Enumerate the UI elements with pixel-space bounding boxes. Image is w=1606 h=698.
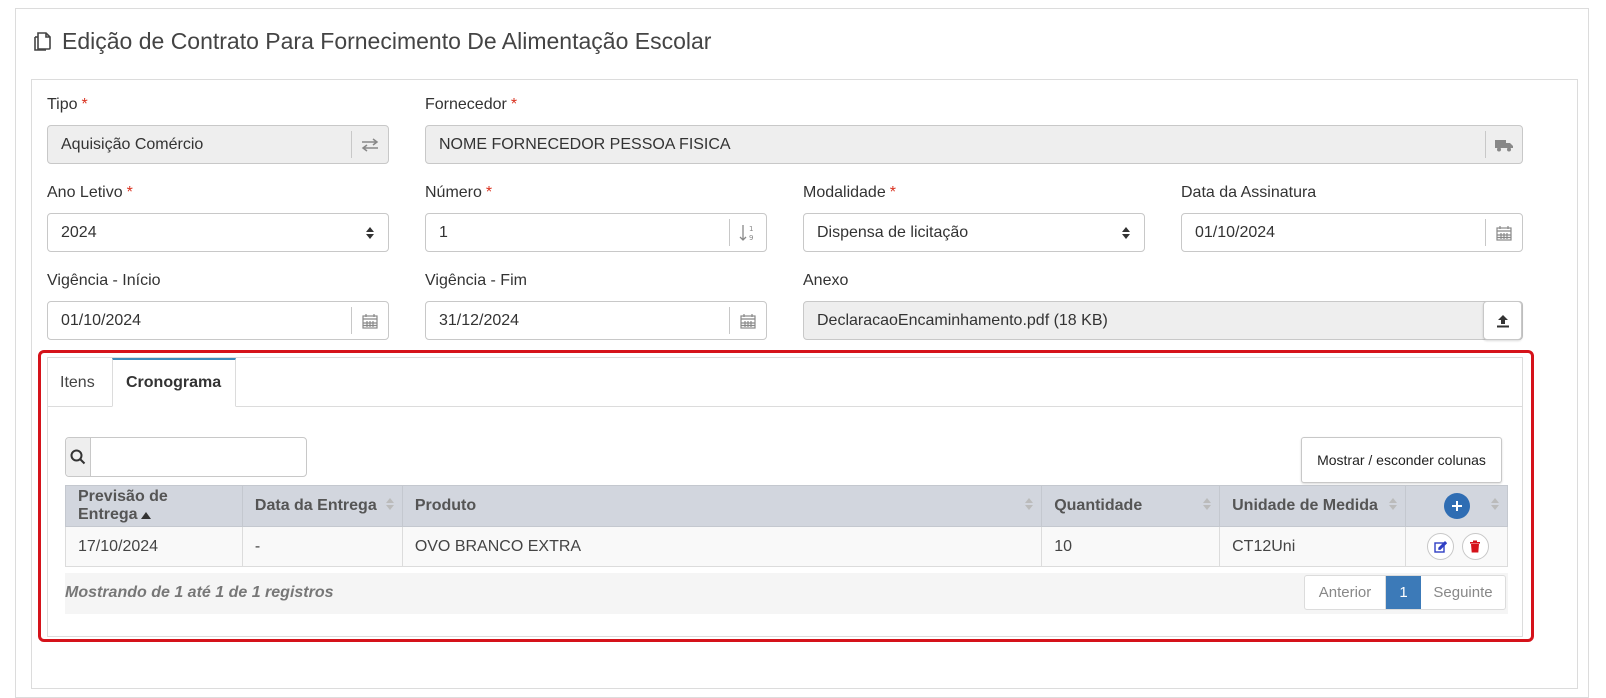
ano-letivo-select[interactable]: 2024 [47,213,389,252]
calendar-icon[interactable] [729,307,766,334]
vigencia-fim-field[interactable]: 31/12/2024 [425,301,767,340]
vigencia-inicio-field[interactable]: 01/10/2024 [47,301,389,340]
vigencia-fim-label: Vigência - Fim [425,272,527,289]
upload-icon [1496,314,1509,327]
truck-icon[interactable] [1485,131,1522,158]
data-assinatura-label: Data da Assinatura [1181,184,1317,201]
highlight-box [38,350,1534,642]
vigencia-inicio-label: Vigência - Início [47,272,161,289]
tipo-label: Tipo * [47,96,88,113]
svg-text:1: 1 [749,225,753,233]
copy-icon [30,30,52,52]
tipo-field[interactable]: Aquisição Comércio [47,125,389,164]
fornecedor-label: Fornecedor * [425,96,518,113]
page-title: Edição de Contrato Para Fornecimento De … [30,24,711,58]
modalidade-value: Dispensa de licitação [817,223,969,241]
tipo-value: Aquisição Comércio [61,135,204,153]
upload-button[interactable] [1483,301,1522,340]
anexo-field: DeclaracaoEncaminhamento.pdf (18 KB) [803,301,1523,340]
swap-icon[interactable] [351,131,388,158]
fornecedor-field[interactable]: NOME FORNECEDOR PESSOA FISICA [425,125,1523,164]
modalidade-label: Modalidade * [803,184,896,201]
vigencia-inicio-value: 01/10/2024 [61,311,142,329]
numeric-sort-icon: 19 [729,219,766,246]
select-caret-icon [352,226,388,240]
numero-value: 1 [439,223,448,241]
select-caret-icon [1108,226,1144,240]
numero-label: Número * [425,184,493,201]
anexo-label: Anexo [803,272,849,289]
calendar-icon[interactable] [1485,219,1522,246]
modalidade-select[interactable]: Dispensa de licitação [803,213,1145,252]
data-assinatura-field[interactable]: 01/10/2024 [1181,213,1523,252]
numero-field[interactable]: 1 19 [425,213,767,252]
svg-text:9: 9 [749,234,753,242]
data-assinatura-value: 01/10/2024 [1195,223,1276,241]
vigencia-fim-value: 31/12/2024 [439,311,520,329]
calendar-icon[interactable] [351,307,388,334]
ano-letivo-label: Ano Letivo * [47,184,133,201]
ano-letivo-value: 2024 [61,223,97,241]
page-title-text: Edição de Contrato Para Fornecimento De … [62,27,712,54]
anexo-value: DeclaracaoEncaminhamento.pdf (18 KB) [817,311,1108,329]
fornecedor-value: NOME FORNECEDOR PESSOA FISICA [439,135,731,153]
